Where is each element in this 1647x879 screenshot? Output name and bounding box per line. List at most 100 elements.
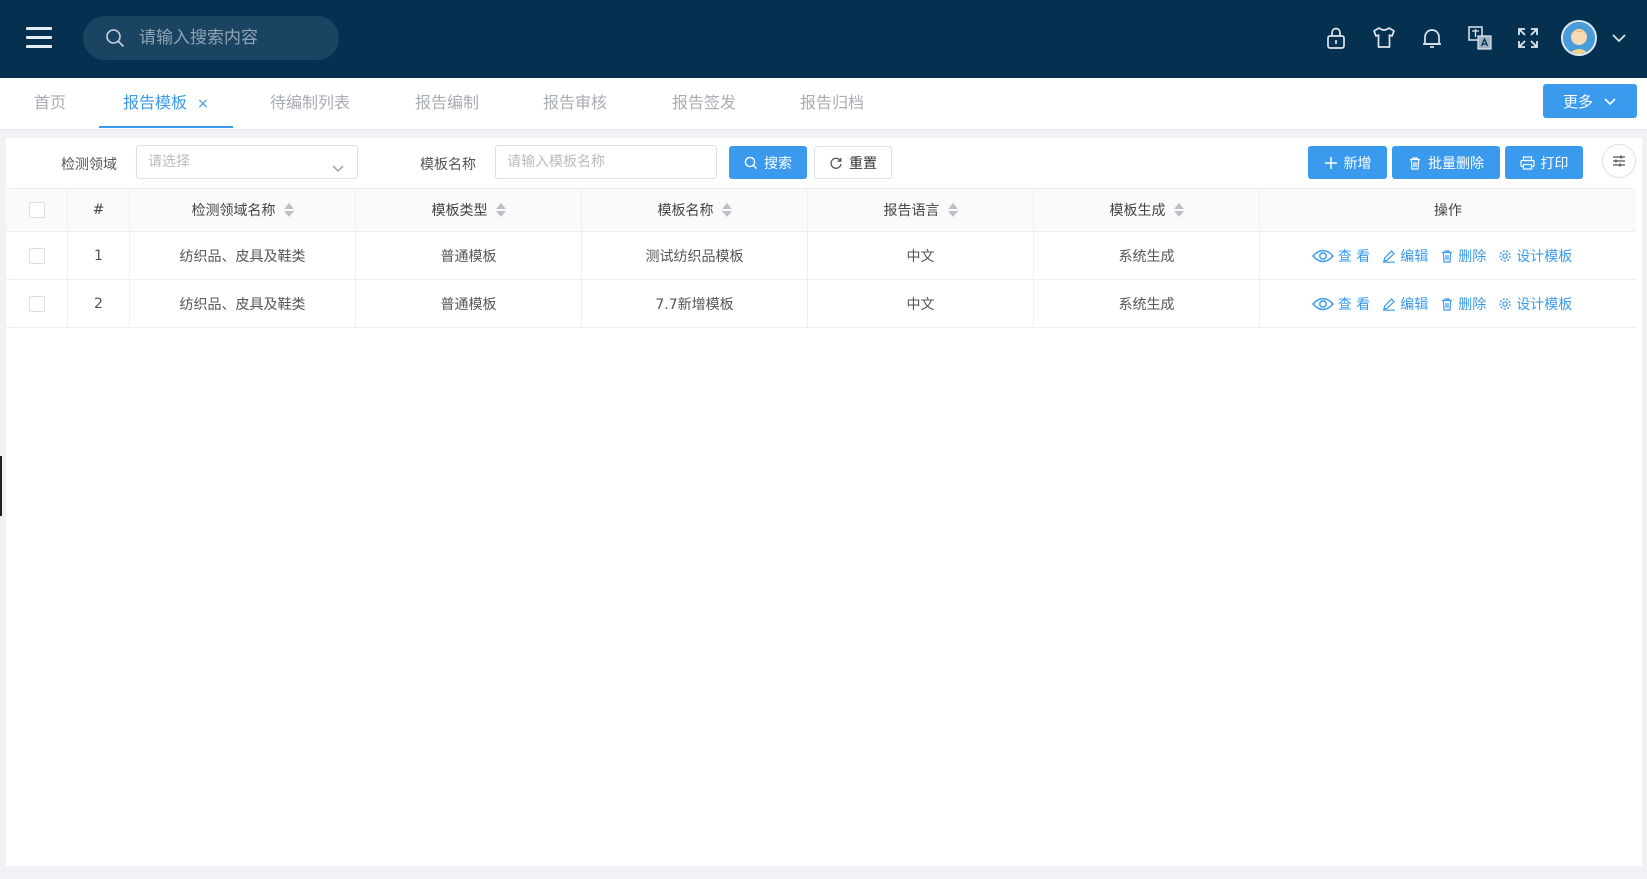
batch-delete-button[interactable]: 批量删除 (1392, 146, 1500, 179)
column-header-label: 模板生成 (1109, 203, 1166, 219)
theme-shirt-icon[interactable] (1371, 25, 1397, 51)
tab-label: 报告签发 (672, 93, 737, 112)
edit-link[interactable]: 编辑 (1382, 246, 1428, 266)
tab-home[interactable]: 首页 (34, 78, 66, 128)
search-button[interactable]: 搜索 (729, 146, 807, 179)
fullscreen-icon[interactable] (1515, 25, 1541, 51)
tab-pending-list[interactable]: 待编制列表 (270, 78, 350, 128)
select-all-cell (6, 189, 68, 231)
window-edge (0, 456, 2, 516)
design-template-link[interactable]: 设计模板 (1498, 294, 1572, 314)
row-checkbox[interactable] (28, 247, 45, 264)
row-generate: 系统生成 (1034, 280, 1260, 327)
template-table: # 检测领域名称 模板类型 模板名称 报告语言 模板生成 操作 1 纺织品、皮具… (6, 188, 1636, 328)
row-domain: 纺织品、皮具及鞋类 (130, 280, 356, 327)
reset-button-label: 重置 (849, 155, 877, 172)
column-header-label: 操作 (1434, 203, 1462, 219)
batch-delete-button-label: 批量删除 (1428, 155, 1484, 172)
global-search-input[interactable] (139, 28, 319, 48)
search-icon (744, 156, 758, 169)
sliders-icon (1613, 155, 1625, 167)
search-icon (106, 29, 124, 47)
row-generate: 系统生成 (1034, 232, 1260, 279)
main-content: 检测领域 请选择 模板名称 搜索 重置 新增 批量删除 打印 (6, 138, 1642, 866)
row-type: 普通模板 (356, 280, 582, 327)
header-generate[interactable]: 模板生成 (1034, 189, 1260, 231)
edit-label: 编辑 (1400, 296, 1429, 313)
tab-report-compile[interactable]: 报告编制 (415, 78, 479, 128)
tab-report-archive[interactable]: 报告归档 (800, 78, 864, 128)
printer-icon (1519, 155, 1535, 170)
row-select-cell (6, 280, 68, 327)
domain-filter-label: 检测领域 (61, 157, 117, 173)
global-search[interactable] (83, 16, 339, 60)
row-domain: 纺织品、皮具及鞋类 (130, 232, 356, 279)
add-button[interactable]: 新增 (1308, 146, 1387, 179)
row-name: 7.7新增模板 (582, 280, 808, 327)
gear-icon (1499, 297, 1511, 310)
add-button-label: 新增 (1343, 155, 1372, 172)
row-index: 2 (68, 280, 130, 327)
more-label: 更多 (1562, 92, 1593, 111)
design-template-label: 设计模板 (1516, 248, 1573, 265)
print-button[interactable]: 打印 (1505, 146, 1583, 179)
user-avatar[interactable] (1561, 20, 1597, 56)
tab-report-review[interactable]: 报告审核 (543, 78, 607, 128)
sort-icon[interactable] (1173, 203, 1184, 217)
row-index: 1 (68, 232, 130, 279)
sort-icon[interactable] (947, 203, 958, 217)
column-header-label: 报告语言 (883, 203, 940, 219)
tab-label: 报告归档 (800, 93, 865, 112)
tab-report-template[interactable]: 报告模板 × (99, 78, 233, 128)
trash-icon (1442, 297, 1453, 311)
column-header-label: # (92, 202, 105, 218)
domain-select[interactable]: 请选择 (136, 145, 358, 179)
view-link[interactable]: 查 看 (1311, 246, 1371, 266)
delete-link[interactable]: 删除 (1440, 294, 1486, 314)
view-link[interactable]: 查 看 (1311, 294, 1370, 314)
plus-icon (1324, 156, 1337, 169)
header-index: # (68, 189, 130, 231)
menu-toggle-icon[interactable] (26, 27, 52, 49)
reset-button[interactable]: 重置 (814, 146, 892, 179)
select-all-checkbox[interactable] (28, 202, 45, 218)
row-language: 中文 (808, 280, 1034, 327)
delete-link[interactable]: 删除 (1440, 246, 1486, 266)
edit-label: 编辑 (1400, 248, 1429, 265)
more-button[interactable]: 更多 (1543, 84, 1637, 118)
table-header: # 检测领域名称 模板类型 模板名称 报告语言 模板生成 操作 (6, 188, 1636, 232)
template-name-input[interactable] (495, 145, 717, 179)
eye-icon (1311, 249, 1334, 262)
row-checkbox[interactable] (28, 295, 45, 312)
row-type: 普通模板 (356, 232, 582, 279)
header-type[interactable]: 模板类型 (356, 189, 582, 231)
filter-bar: 检测领域 请选择 模板名称 搜索 重置 新增 批量删除 打印 (6, 138, 1642, 188)
row-actions: 查 看 编辑 删除 设计模板 (1260, 232, 1636, 279)
edit-link[interactable]: 编辑 (1382, 294, 1428, 314)
view-label: 查 看 (1337, 248, 1371, 265)
row-actions: 查 看 编辑 删除 设计模板 (1260, 280, 1636, 327)
table-row: 2 纺织品、皮具及鞋类 普通模板 7.7新增模板 中文 系统生成 查 看 编辑 … (6, 280, 1636, 328)
domain-select-placeholder: 请选择 (148, 154, 190, 170)
sort-icon[interactable] (283, 203, 294, 217)
trash-icon (1442, 249, 1453, 263)
header-domain[interactable]: 检测领域名称 (130, 189, 356, 231)
sort-icon[interactable] (495, 203, 506, 217)
lock-icon[interactable] (1323, 25, 1349, 51)
refresh-icon (830, 157, 842, 169)
column-header-label: 模板类型 (431, 203, 488, 219)
close-icon[interactable]: × (197, 96, 209, 112)
tab-report-issue[interactable]: 报告签发 (672, 78, 736, 128)
language-translate-icon[interactable] (1467, 25, 1493, 51)
sort-icon[interactable] (721, 203, 732, 217)
row-select-cell (6, 232, 68, 279)
notification-bell-icon[interactable] (1419, 25, 1445, 51)
column-settings-button[interactable] (1602, 144, 1636, 178)
template-name-label: 模板名称 (420, 157, 476, 173)
design-template-link[interactable]: 设计模板 (1498, 246, 1572, 266)
tab-label: 首页 (34, 93, 67, 112)
header-language[interactable]: 报告语言 (808, 189, 1034, 231)
chevron-down-icon[interactable] (1611, 29, 1629, 47)
header-name[interactable]: 模板名称 (582, 189, 808, 231)
tab-label: 报告编制 (415, 93, 480, 112)
